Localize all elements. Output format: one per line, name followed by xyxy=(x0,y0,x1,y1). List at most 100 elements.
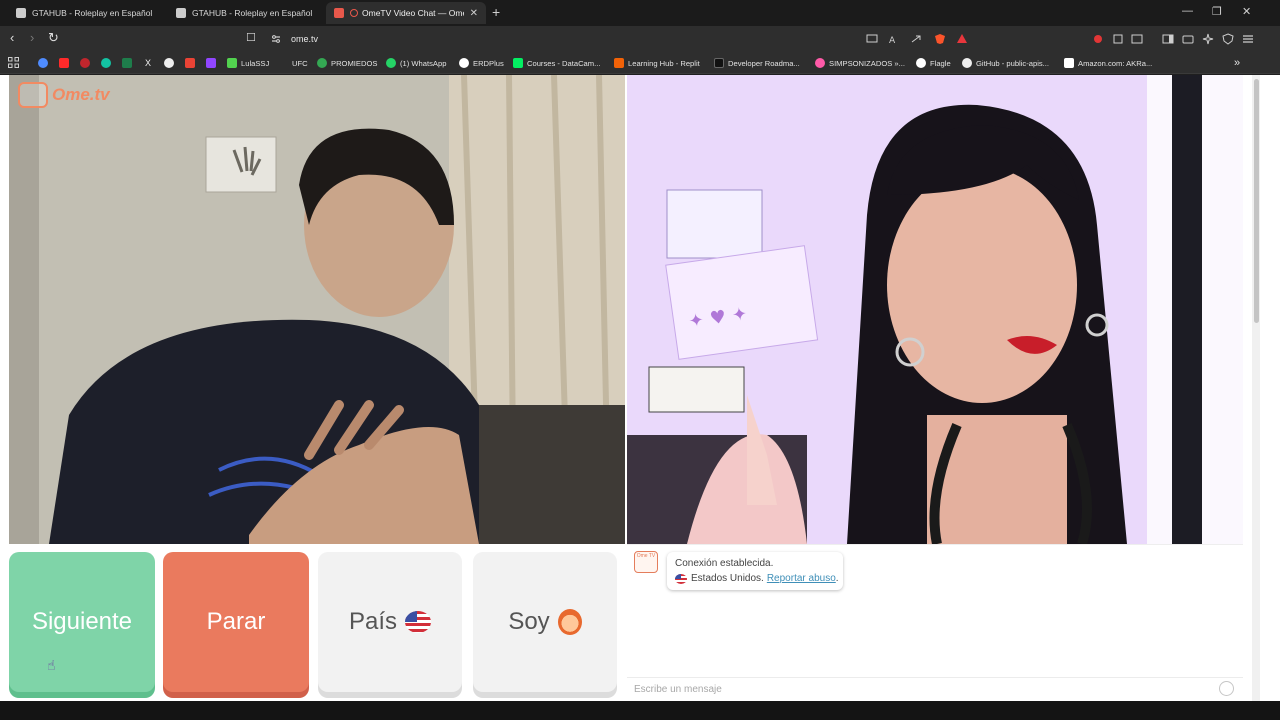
forward-icon[interactable]: › xyxy=(30,31,34,45)
bookmark-simpsonizados[interactable]: SIMPSONIZADOS »... xyxy=(815,56,905,70)
bookmark-messenger[interactable] xyxy=(38,56,52,70)
gtahub-favicon-icon xyxy=(176,8,186,18)
url-field[interactable]: ome.tv A xyxy=(262,29,978,49)
roadmap-icon xyxy=(714,58,724,68)
us-flag-icon xyxy=(675,573,687,584)
site-settings-icon[interactable] xyxy=(270,33,282,45)
bookmark-roadmap[interactable]: Developer Roadma... xyxy=(714,56,800,70)
bookmark-label: Developer Roadma... xyxy=(728,58,800,68)
x-icon: X xyxy=(144,58,151,68)
bookmark-label: Courses - DataCam... xyxy=(527,58,601,68)
bookmark-x[interactable]: X xyxy=(143,56,157,70)
brave-shield-icon[interactable] xyxy=(934,33,946,45)
bookmark-promiedos[interactable]: PROMIEDOS xyxy=(317,56,377,70)
gender-button[interactable]: Soy xyxy=(473,552,617,692)
extensions-puzzle-icon[interactable] xyxy=(1112,33,1124,45)
tab-strip: GTAHUB - Roleplay en Español GTAHUB - Ro… xyxy=(0,0,1280,26)
bookmark-youtube[interactable] xyxy=(59,56,73,70)
bookmark-label: UFC xyxy=(292,58,308,68)
url-text: ome.tv xyxy=(291,34,319,44)
window-bottom-edge xyxy=(0,701,1280,720)
extension-record-icon[interactable] xyxy=(1092,33,1104,45)
bookmark-replit[interactable]: Learning Hub - Replit xyxy=(614,56,700,70)
ufc-icon xyxy=(278,58,288,68)
country-button[interactable]: País xyxy=(318,552,462,692)
github-icon xyxy=(962,58,972,68)
next-button[interactable]: Siguiente xyxy=(9,552,155,692)
bookmark-amazon[interactable]: Amazon.com: AKRa... xyxy=(1064,56,1152,70)
stranger-camera-image: ✦ ♥ ✦ xyxy=(627,75,1243,544)
minimize-icon[interactable]: — xyxy=(1182,5,1193,17)
threads-icon xyxy=(164,58,174,68)
tab-title: OmeTV Video Chat — Omeg xyxy=(362,8,464,18)
tab-2[interactable]: GTAHUB - Roleplay en Español xyxy=(168,2,328,24)
tab-ometv[interactable]: OmeTV Video Chat — Omeg ✕ xyxy=(326,2,486,24)
bookmark-datacamp[interactable]: Courses - DataCam... xyxy=(513,56,600,70)
menu-icon[interactable] xyxy=(1242,33,1254,45)
ometv-logo: Ome.tv xyxy=(18,82,110,108)
bookmark-page-icon[interactable]: ☐ xyxy=(246,31,256,45)
bookmark-whatsapp[interactable]: (1) WhatsApp xyxy=(386,56,446,70)
bookmark-label: SIMPSONIZADOS »... xyxy=(829,58,905,68)
bookmark-label: PROMIEDOS xyxy=(331,58,378,68)
reload-icon[interactable]: ↻ xyxy=(48,31,59,45)
bookmark-label: (1) WhatsApp xyxy=(400,58,447,68)
reader-mode-icon[interactable] xyxy=(1131,33,1143,45)
address-bar: ‹ › ↻ ☐ ome.tv A xyxy=(0,26,1280,52)
vpn-shield-icon[interactable] xyxy=(1222,33,1234,45)
bookmark-label: GitHub - public-apis... xyxy=(976,58,1050,68)
wallet-icon[interactable] xyxy=(1182,33,1194,45)
brave-rewards-icon[interactable] xyxy=(956,33,968,45)
bookmark-pinterest[interactable] xyxy=(80,56,94,70)
translate-icon[interactable]: A xyxy=(888,33,900,45)
tab-1[interactable]: GTAHUB - Roleplay en Español xyxy=(8,2,168,24)
stop-button[interactable]: Parar xyxy=(163,552,309,692)
tab-title: GTAHUB - Roleplay en Español xyxy=(192,8,313,18)
green-favicon-icon xyxy=(122,58,132,68)
scrollbar-thumb[interactable] xyxy=(1254,79,1259,323)
simpsonizados-icon xyxy=(815,58,825,68)
apps-grid-icon[interactable] xyxy=(8,57,19,68)
bookmark-erdplus[interactable]: ERDPlus xyxy=(459,56,504,70)
close-window-icon[interactable]: ✕ xyxy=(1242,5,1251,18)
bookmark-flagle[interactable]: Flagle xyxy=(916,56,951,70)
emoji-icon[interactable] xyxy=(1219,681,1234,696)
leo-ai-icon[interactable] xyxy=(1202,33,1214,45)
bookmark-threads[interactable] xyxy=(164,56,178,70)
gender-button-label: Soy xyxy=(508,608,550,635)
amazon-icon xyxy=(1064,58,1074,68)
stranger-video-feed: ✦ ♥ ✦ xyxy=(627,75,1243,544)
bookmark-gmail[interactable] xyxy=(185,56,199,70)
replit-icon xyxy=(614,58,624,68)
bookmark-ufc[interactable]: UFC xyxy=(278,56,308,70)
whatsapp-icon xyxy=(386,58,396,68)
maximize-icon[interactable]: ❐ xyxy=(1212,5,1222,18)
ometv-bot-avatar: Ome TV xyxy=(634,551,658,573)
share-icon[interactable] xyxy=(910,33,922,45)
bookmark-green[interactable] xyxy=(122,56,136,70)
stop-button-label: Parar xyxy=(206,608,266,635)
erdplus-icon xyxy=(459,58,469,68)
ometv-favicon-icon xyxy=(334,8,344,18)
stranger-country-line: Estados Unidos. Reportar abuso . xyxy=(675,573,839,584)
sidebar-toggle-icon[interactable] xyxy=(1162,33,1174,45)
red-favicon-icon xyxy=(80,58,90,68)
cast-icon[interactable] xyxy=(866,33,878,45)
back-icon[interactable]: ‹ xyxy=(10,31,14,45)
new-tab-button[interactable]: + xyxy=(492,5,500,19)
bookmark-label: LulaSSJ xyxy=(241,58,270,68)
bookmark-twitch[interactable] xyxy=(206,56,220,70)
gtahub-favicon-icon xyxy=(16,8,26,18)
message-input[interactable]: Escribe un mensaje xyxy=(627,677,1243,699)
report-abuse-link[interactable]: Reportar abuso xyxy=(767,573,836,584)
bookmark-github[interactable]: GitHub - public-apis... xyxy=(962,56,1049,70)
local-camera-image xyxy=(9,75,625,544)
bookmark-lulassj[interactable]: LulaSSJ xyxy=(227,56,269,70)
system-message: Conexión establecida. Estados Unidos. Re… xyxy=(667,552,843,590)
girl-avatar-icon xyxy=(557,609,582,635)
recording-dot-icon xyxy=(350,9,358,17)
bookmark-grammarly[interactable] xyxy=(101,56,115,70)
ometv-logo-tv-icon xyxy=(18,82,48,108)
bookmarks-overflow-button[interactable]: » xyxy=(1234,56,1240,70)
close-tab-icon[interactable]: ✕ xyxy=(470,8,478,19)
